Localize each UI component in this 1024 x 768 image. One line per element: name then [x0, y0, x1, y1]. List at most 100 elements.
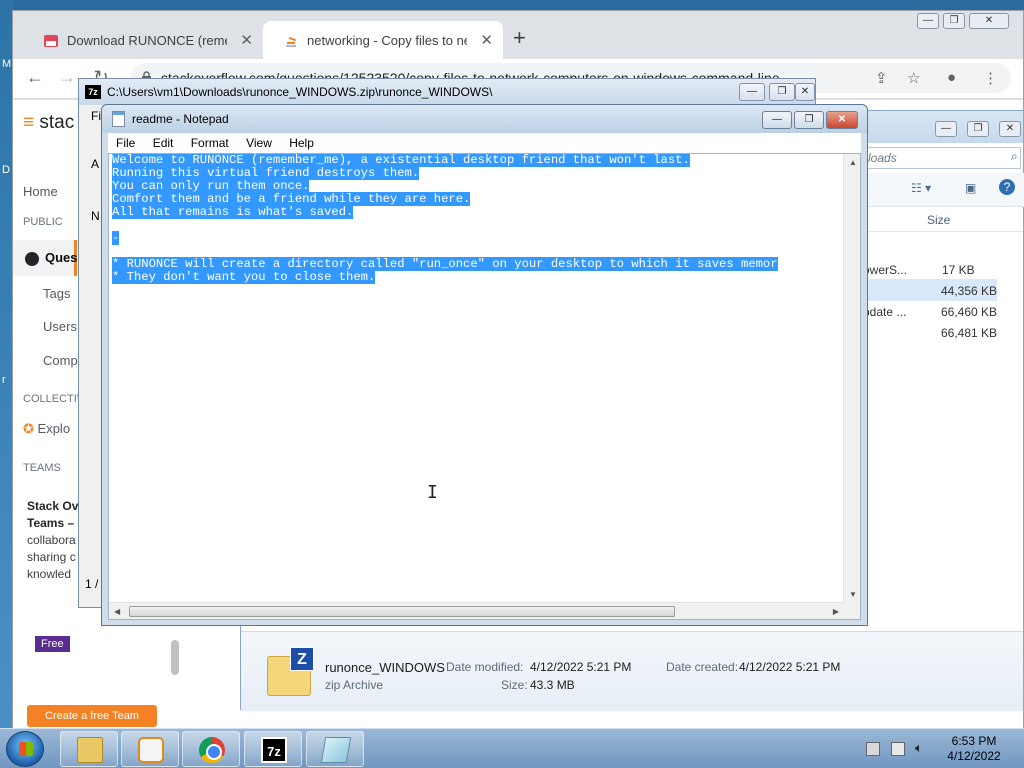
- horizontal-scroll-thumb[interactable]: [129, 606, 675, 617]
- taskbar-notepad[interactable]: [306, 731, 364, 767]
- nav-tags[interactable]: Tags: [43, 286, 70, 301]
- horizontal-scrollbar[interactable]: ◀ ▶: [109, 602, 844, 619]
- sidebar-scrollbar[interactable]: [171, 640, 179, 675]
- 7zip-badge-icon: Z: [290, 647, 314, 671]
- close-icon[interactable]: ✕: [795, 83, 815, 101]
- file-name[interactable]: pdate ...: [863, 305, 906, 319]
- column-header-size[interactable]: Size: [927, 213, 950, 227]
- 7zip-status-fragment: 1 /: [85, 577, 99, 591]
- 7zip-address-fragment: A: [91, 157, 100, 171]
- close-icon[interactable]: ✕: [969, 13, 1009, 29]
- 7zip-column-fragment: N: [91, 209, 100, 223]
- maximize-icon[interactable]: ❐: [794, 111, 824, 129]
- maximize-icon[interactable]: ❐: [967, 121, 989, 137]
- 7zip-icon: 7z: [261, 737, 287, 763]
- stackoverflow-logo-icon: ≡: [23, 112, 35, 133]
- tab-networking-question[interactable]: networking - Copy files to netwo ✕: [263, 21, 503, 59]
- notepad-titlebar[interactable]: readme - Notepad — ❐ ✕: [102, 105, 867, 133]
- action-center-flag-icon[interactable]: [866, 742, 880, 756]
- globe-icon: [25, 252, 39, 266]
- scroll-down-icon[interactable]: ▼: [849, 590, 857, 599]
- share-icon[interactable]: ⇪: [875, 69, 888, 87]
- menu-kebab-icon[interactable]: ⋮: [983, 69, 998, 87]
- notepad-text-area[interactable]: Welcome to RUNONCE (remember_me), a exis…: [108, 153, 861, 620]
- collectives-icon: ✪: [23, 421, 34, 436]
- preview-pane-icon[interactable]: ▣: [965, 181, 976, 195]
- volume-icon[interactable]: 🔈︎: [915, 740, 929, 755]
- chrome-icon: [199, 737, 225, 763]
- details-created-label: Date created:: [666, 660, 739, 674]
- scroll-up-icon[interactable]: ▲: [849, 158, 857, 167]
- maximize-icon[interactable]: ❐: [769, 83, 795, 101]
- close-icon[interactable]: ✕: [999, 121, 1021, 137]
- profile-avatar-icon[interactable]: ●: [947, 69, 956, 86]
- start-button[interactable]: [6, 731, 44, 767]
- scroll-left-icon[interactable]: ◀: [114, 607, 120, 616]
- forward-arrow-icon[interactable]: →: [55, 67, 79, 88]
- minimize-icon[interactable]: —: [935, 121, 957, 137]
- media-player-icon: [138, 737, 164, 763]
- stackoverflow-favicon-icon: [286, 37, 297, 47]
- vertical-scrollbar[interactable]: ▲ ▼: [843, 154, 860, 603]
- desktop-fragment: D: [2, 164, 10, 176]
- bookmark-star-icon[interactable]: ☆: [907, 69, 920, 87]
- nav-questions[interactable]: Ques: [45, 250, 78, 265]
- details-created-value: 4/12/2022 5:21 PM: [739, 660, 841, 674]
- folder-icon: [77, 737, 103, 763]
- tab-close-icon[interactable]: ✕: [480, 31, 493, 49]
- taskbar-chrome[interactable]: [182, 731, 240, 767]
- taskbar-file-explorer[interactable]: [60, 731, 118, 767]
- nav-users[interactable]: Users: [43, 319, 77, 334]
- explorer-search-box[interactable]: loads: [861, 147, 1021, 169]
- menu-format[interactable]: Format: [191, 136, 229, 150]
- text-line: [112, 219, 844, 232]
- system-clock[interactable]: 6:53 PM 4/12/2022: [942, 734, 1006, 764]
- menu-edit[interactable]: Edit: [153, 136, 174, 150]
- minimize-icon[interactable]: —: [762, 111, 792, 129]
- tab-runonce-download[interactable]: Download RUNONCE (remembe ✕: [23, 21, 263, 59]
- 7zip-titlebar: 7z C:\Users\vm1\Downloads\runonce_WINDOW…: [79, 79, 815, 105]
- file-name[interactable]: owerS...: [863, 263, 907, 277]
- taskbar-media-player[interactable]: [121, 731, 179, 767]
- new-tab-icon[interactable]: +: [513, 25, 526, 51]
- size-grip[interactable]: [843, 602, 860, 619]
- taskbar-7zip[interactable]: 7z: [244, 731, 302, 767]
- tab-strip: Download RUNONCE (remembe ✕ networking -…: [13, 11, 1023, 59]
- 7zip-menu-fragment[interactable]: Fi: [91, 109, 101, 123]
- teams-promo-text: collabora sharing c knowled: [27, 533, 76, 581]
- menu-help[interactable]: Help: [289, 136, 314, 150]
- scroll-right-icon[interactable]: ▶: [833, 607, 839, 616]
- document-text[interactable]: Welcome to RUNONCE (remember_me), a exis…: [112, 154, 844, 597]
- nav-home[interactable]: Home: [23, 184, 58, 199]
- tab-close-icon[interactable]: ✕: [240, 31, 253, 49]
- nav-explore[interactable]: ✪ Explo: [23, 421, 70, 437]
- menu-file[interactable]: File: [116, 136, 135, 150]
- minimize-icon[interactable]: —: [917, 13, 939, 29]
- desktop-fragment: M: [2, 58, 12, 70]
- details-size-value: 43.3 MB: [530, 678, 575, 692]
- nav-collectives-header: COLLECTIV: [23, 393, 85, 405]
- desktop-fragment: r: [2, 374, 6, 386]
- details-modified-label: Date modified:: [446, 660, 524, 674]
- close-icon[interactable]: ✕: [826, 111, 858, 129]
- create-team-button[interactable]: Create a free Team: [27, 705, 157, 727]
- network-icon[interactable]: [891, 742, 905, 756]
- help-icon[interactable]: ?: [999, 179, 1015, 195]
- itchio-favicon-icon: [44, 35, 58, 47]
- file-size: 44,356 KB: [941, 284, 998, 298]
- nav-teams-header: TEAMS: [23, 462, 61, 474]
- tab-title: networking - Copy files to netwo: [307, 33, 467, 48]
- text-line: All that remains is what's saved.: [112, 205, 354, 219]
- minimize-icon[interactable]: —: [739, 83, 765, 101]
- view-options-icon[interactable]: ☷ ▾: [911, 181, 931, 195]
- stackoverflow-logo[interactable]: ≡ stac: [23, 112, 74, 134]
- text-line: * They don't want you to close them.: [112, 270, 376, 284]
- details-size-label: Size:: [501, 678, 528, 692]
- teams-promo-title: Stack Ov Teams –: [27, 499, 79, 530]
- nav-companies[interactable]: Comp: [43, 353, 78, 368]
- menu-view[interactable]: View: [246, 136, 272, 150]
- search-icon[interactable]: ⌕: [1011, 149, 1018, 164]
- back-arrow-icon[interactable]: ←: [23, 67, 47, 88]
- maximize-icon[interactable]: ❐: [943, 13, 965, 29]
- clock-date: 4/12/2022: [947, 749, 1001, 763]
